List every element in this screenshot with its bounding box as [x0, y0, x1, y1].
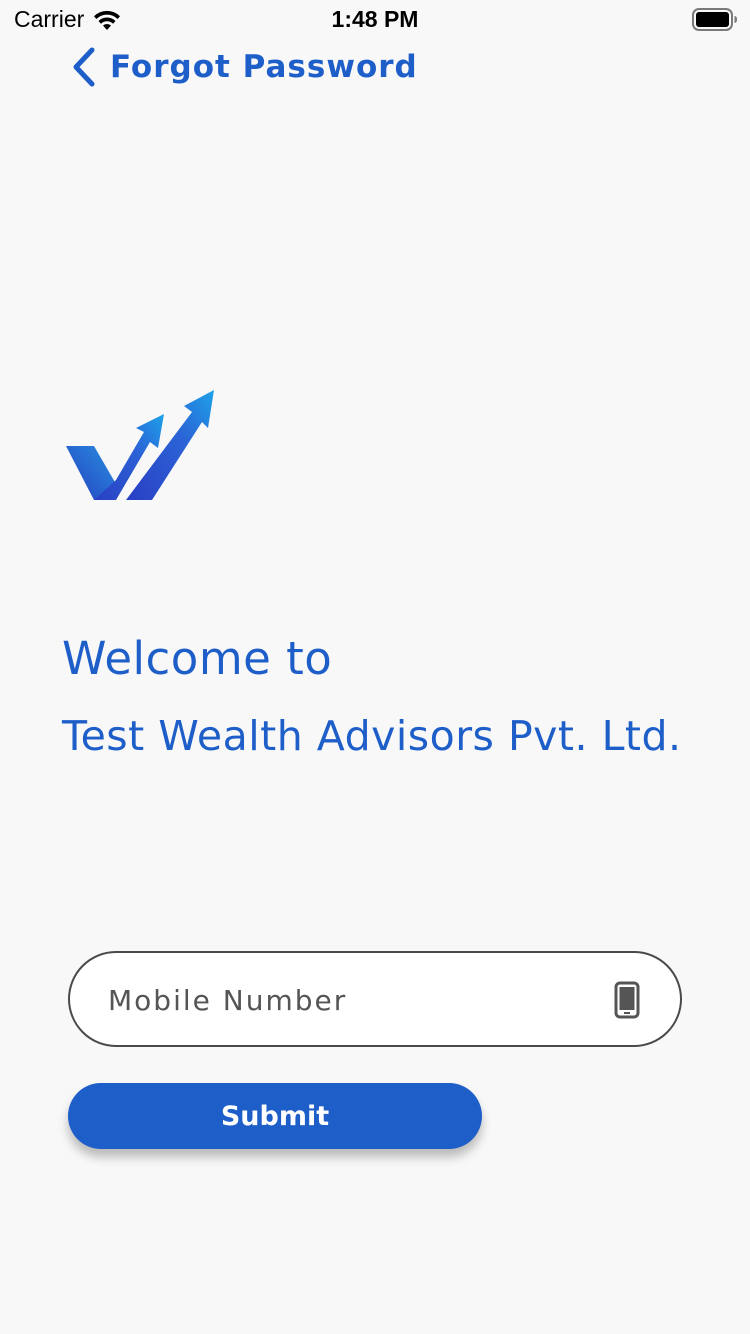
welcome-heading: Welcome to: [62, 632, 333, 685]
submit-button[interactable]: Submit: [68, 1083, 482, 1149]
page-title: Forgot Password: [110, 49, 418, 85]
company-name: Test Wealth Advisors Pvt. Ltd.: [62, 712, 682, 760]
brand-logo: [64, 388, 216, 502]
mobile-number-field: [68, 951, 682, 1047]
back-button[interactable]: Forgot Password: [70, 44, 418, 90]
status-bar: Carrier 1:48 PM: [0, 0, 750, 40]
status-time: 1:48 PM: [331, 6, 419, 32]
chevron-left-icon: [70, 47, 96, 87]
battery-icon: [692, 8, 738, 32]
mobile-number-input[interactable]: [106, 953, 590, 1047]
phone-icon: [614, 981, 640, 1019]
